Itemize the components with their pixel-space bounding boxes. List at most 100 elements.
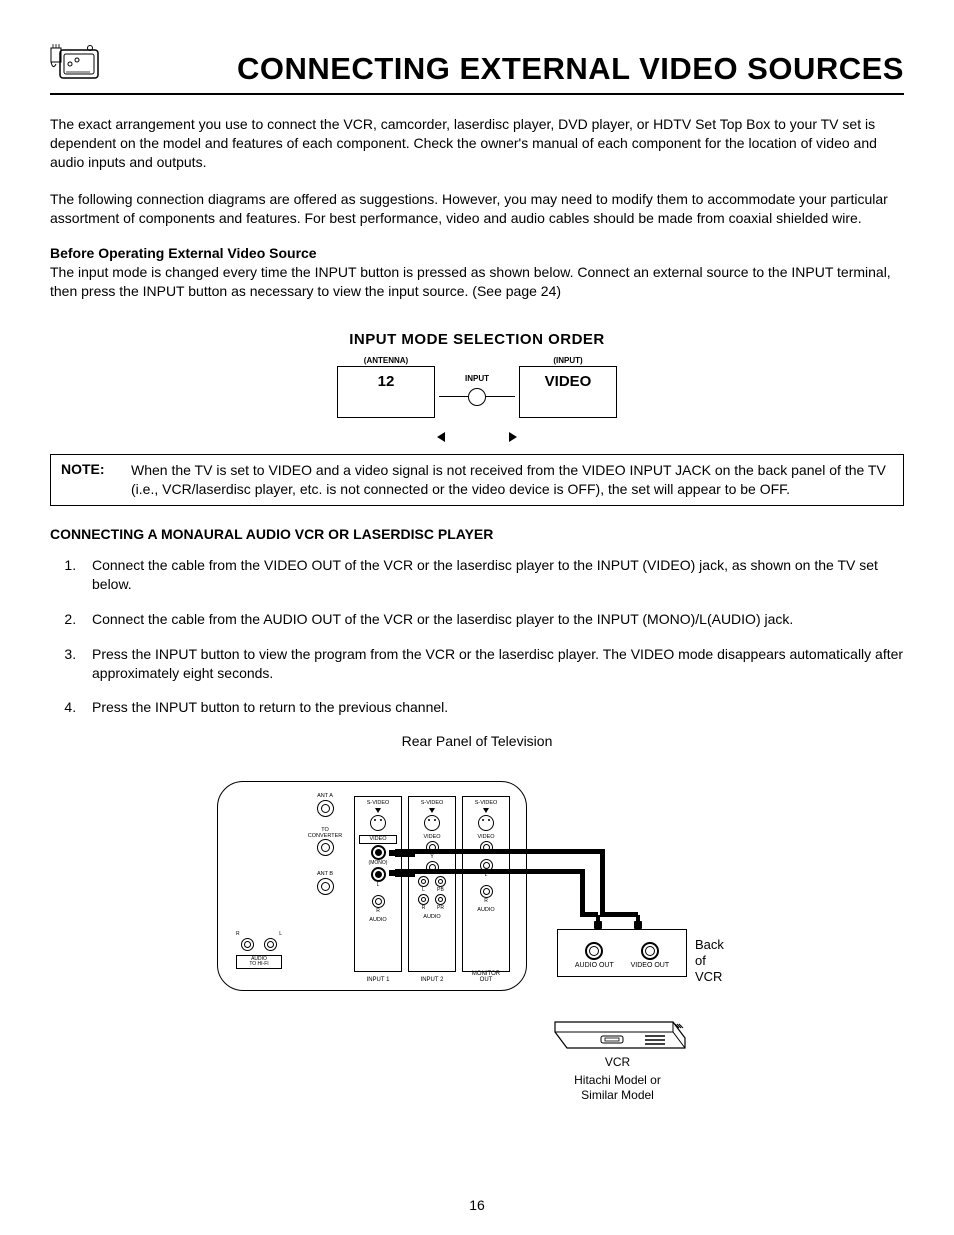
to-converter-group: TO CONVERTER: [302, 828, 348, 861]
antenna-label: (ANTENNA): [364, 356, 408, 365]
step-2: Connect the cable from the AUDIO OUT of …: [80, 610, 904, 629]
video2-label: VIDEO: [415, 835, 449, 841]
antenna-column: (ANTENNA) 12: [337, 356, 435, 418]
step-3: Press the INPUT button to view the progr…: [80, 645, 904, 683]
ant-a-jack-icon: [317, 800, 334, 817]
step-1: Connect the cable from the VIDEO OUT of …: [80, 556, 904, 594]
back-of-vcr-label: Back of VCR: [695, 937, 737, 984]
input-button-area: INPUT: [435, 356, 519, 424]
svideo1-jack-icon: [370, 815, 386, 831]
video-out-jack-icon: [641, 942, 659, 960]
before-operating-text: The input mode is changed every time the…: [50, 263, 904, 301]
audio-cable-plug-tv-icon: [395, 869, 415, 877]
r1-label: R: [361, 909, 395, 914]
video1-label: VIDEO: [360, 837, 396, 843]
monitor-out-column: S-VIDEO VIDEO L R AUDIO MONITOR OUT: [462, 796, 510, 972]
input-button-icon: [468, 388, 486, 406]
input-mode-diagram: INPUT MODE SELECTION ORDER (ANTENNA) 12 …: [50, 331, 904, 424]
video3-label: VIDEO: [469, 835, 503, 841]
triangle-icon: [375, 808, 381, 813]
pb-jack-icon: [435, 876, 446, 887]
tv-logo-icon: [50, 40, 106, 87]
hitachi-caption: Hitachi Model or Similar Model: [535, 1073, 700, 1102]
document-page: CONNECTING EXTERNAL VIDEO SOURCES The ex…: [0, 0, 954, 1235]
y-label: Y: [415, 855, 449, 860]
audio3-label: AUDIO: [469, 908, 503, 914]
audio-r3-jack-icon: [480, 885, 493, 898]
sv1-label: S-VIDEO: [361, 801, 395, 807]
audio-hifi-label: AUDIO TO HI-FI: [239, 957, 279, 967]
sv3-label: S-VIDEO: [469, 801, 503, 807]
video-cable-plug-tv-icon: [395, 849, 415, 857]
intro-paragraph-2: The following connection diagrams are of…: [50, 190, 904, 228]
hifi-l-jack-icon: [264, 938, 277, 951]
hifi-r-jack-icon: [241, 938, 254, 951]
to-converter-label: TO CONVERTER: [302, 828, 348, 839]
audio2-label: AUDIO: [415, 915, 449, 921]
audio-cable-h1: [415, 869, 580, 874]
video-cable-plug-vcr-icon: [634, 915, 642, 929]
ant-b-group: ANT B: [308, 872, 342, 900]
vcr-caption: VCR: [545, 1055, 690, 1069]
audio-out-label: AUDIO OUT: [575, 962, 614, 969]
page-header: CONNECTING EXTERNAL VIDEO SOURCES: [50, 40, 904, 87]
svideo3-jack-icon: [478, 815, 494, 831]
step-4: Press the INPUT button to return to the …: [80, 698, 904, 717]
input-button-label: INPUT: [435, 374, 519, 383]
steps-list: Connect the cable from the VIDEO OUT of …: [50, 556, 904, 717]
connecting-heading: CONNECTING A MONAURAL AUDIO VCR OR LASER…: [50, 526, 904, 542]
channel-box: 12: [337, 366, 435, 418]
sv2-label: S-VIDEO: [415, 801, 449, 807]
audio-l2-jack-icon: [418, 876, 429, 887]
video1-jack-icon: [371, 845, 386, 860]
audio-out-jack-icon: [585, 942, 603, 960]
audio-hifi-group: R L AUDIO TO HI-FI: [236, 932, 282, 969]
audio-cable-v1: [580, 869, 585, 917]
pr-label: PR: [437, 906, 444, 911]
video-out-label: VIDEO OUT: [631, 962, 670, 969]
input2-label: INPUT 2: [409, 977, 455, 983]
monitor-out-label: MONITOR OUT: [463, 971, 509, 983]
audio-cable-plug-vcr-icon: [594, 915, 602, 929]
ant-b-jack-icon: [317, 878, 334, 895]
video-cable-h1: [415, 849, 600, 854]
page-number: 16: [0, 1197, 954, 1213]
r3-label: R: [469, 899, 503, 904]
vcr-unit-icon: [545, 1014, 690, 1052]
figure-title: Rear Panel of Television: [50, 733, 904, 749]
ant-a-group: ANT A: [308, 794, 342, 822]
video-cable-h2: [600, 912, 638, 917]
input-label: (INPUT): [553, 356, 582, 365]
audio1-label: AUDIO: [361, 918, 395, 924]
input1-column: S-VIDEO VIDEO (MONO) L R AUDIO INPUT 1: [354, 796, 402, 972]
intro-paragraph-1: The exact arrangement you use to connect…: [50, 115, 904, 172]
input-column: (INPUT) VIDEO: [519, 356, 617, 418]
tv-rear-panel: ANT A TO CONVERTER ANT B R L: [217, 781, 527, 991]
title-underline: [50, 93, 904, 95]
note-text: When the TV is set to VIDEO and a video …: [131, 461, 893, 499]
video-box: VIDEO: [519, 366, 617, 418]
connection-figure: ANT A TO CONVERTER ANT B R L: [217, 759, 737, 1119]
input2-column: S-VIDEO VIDEO Y L PB: [408, 796, 456, 972]
mono-label: (MONO): [361, 861, 395, 866]
pr-jack-icon: [435, 894, 446, 905]
input-mode-title: INPUT MODE SELECTION ORDER: [50, 331, 904, 348]
input1-label: INPUT 1: [355, 977, 401, 983]
video-cable-v1: [600, 849, 605, 917]
to-converter-jack-icon: [317, 839, 334, 856]
triangle-icon: [483, 808, 489, 813]
note-box: NOTE: When the TV is set to VIDEO and a …: [50, 454, 904, 506]
before-operating-heading: Before Operating External Video Source: [50, 245, 904, 261]
audio-l1-jack-icon: [371, 867, 386, 882]
page-title: CONNECTING EXTERNAL VIDEO SOURCES: [106, 51, 904, 87]
hifi-r-label: R: [236, 932, 240, 937]
triangle-icon: [429, 808, 435, 813]
audio-r2-jack-icon: [418, 894, 429, 905]
svideo2-jack-icon: [424, 815, 440, 831]
audio-out-group: AUDIO OUT: [575, 942, 614, 969]
vcr-back-panel: AUDIO OUT VIDEO OUT: [557, 929, 687, 977]
hifi-l-label: L: [279, 932, 282, 937]
audio-r1-jack-icon: [372, 895, 385, 908]
video-out-group: VIDEO OUT: [631, 942, 670, 969]
r2-label: R: [422, 906, 426, 911]
